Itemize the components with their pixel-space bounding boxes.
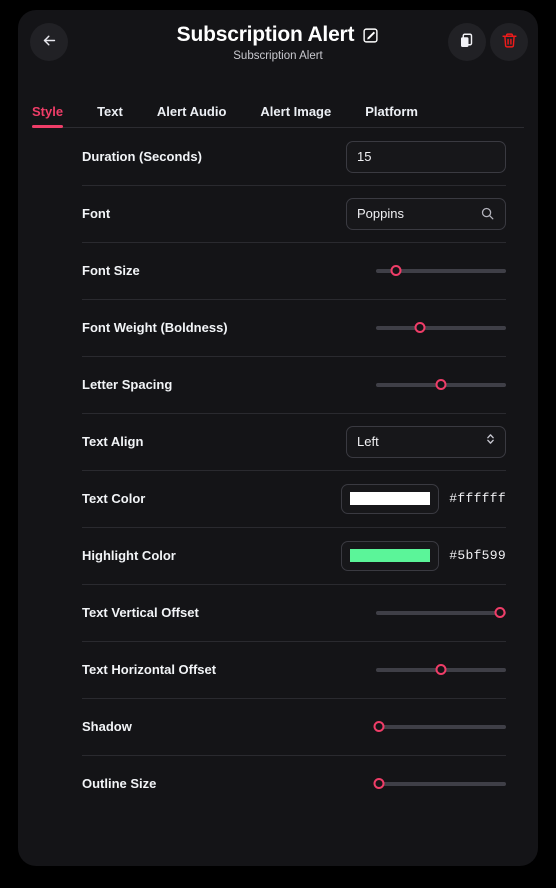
- tab-text[interactable]: Text: [97, 104, 123, 128]
- highlight-color-hex: #5bf599: [449, 548, 506, 563]
- slider-thumb[interactable]: [414, 322, 426, 333]
- tab-alert-audio[interactable]: Alert Audio: [157, 104, 227, 128]
- row-label-letter-spacing: Letter Spacing: [82, 377, 173, 392]
- alert-settings-card: Subscription Alert Subscription Alert St…: [18, 10, 538, 866]
- highlight-color-control: #5bf599: [341, 540, 506, 571]
- text-vertical-offset-slider[interactable]: [376, 604, 506, 622]
- slider-thumb[interactable]: [435, 664, 447, 675]
- header: Subscription Alert Subscription Alert: [18, 10, 538, 82]
- edit-pencil-icon[interactable]: [362, 27, 379, 44]
- tab-alert-image[interactable]: Alert Image: [260, 104, 331, 128]
- duration-control: 15: [346, 140, 506, 173]
- page-title: Subscription Alert: [176, 23, 355, 46]
- font-weight-control: [376, 319, 506, 337]
- row-label-text-horizontal-offset: Text Horizontal Offset: [82, 662, 217, 677]
- row-label-shadow: Shadow: [82, 719, 132, 734]
- text-vertical-offset-control: [376, 604, 506, 622]
- row-label-outline-size: Outline Size: [82, 776, 157, 791]
- row-font: Font Poppins: [32, 185, 524, 242]
- font-size-control: [376, 262, 506, 280]
- delete-button[interactable]: [490, 23, 528, 61]
- slider-thumb[interactable]: [390, 265, 401, 276]
- text-align-control: Left: [346, 425, 506, 458]
- text-align-value: Left: [357, 434, 379, 449]
- outline-size-slider[interactable]: [373, 775, 506, 793]
- text-color-control: #ffffff: [341, 483, 506, 514]
- row-shadow: Shadow: [32, 698, 524, 755]
- outline-size-control: [373, 775, 506, 793]
- row-text-horizontal-offset: Text Horizontal Offset: [32, 641, 524, 698]
- back-button[interactable]: [30, 23, 68, 61]
- row-text-vertical-offset: Text Vertical Offset: [32, 584, 524, 641]
- row-outline-size: Outline Size: [32, 755, 524, 812]
- shadow-slider[interactable]: [373, 718, 506, 736]
- text-color-picker[interactable]: [341, 483, 440, 514]
- font-weight-slider[interactable]: [376, 319, 506, 337]
- slider-thumb[interactable]: [373, 778, 385, 789]
- font-control: Poppins: [346, 197, 506, 230]
- font-search-input[interactable]: Poppins: [346, 197, 506, 230]
- tab-style[interactable]: Style: [32, 104, 64, 128]
- row-font-size: Font Size: [32, 242, 524, 299]
- highlight-color-picker[interactable]: [341, 540, 440, 571]
- duration-input[interactable]: 15: [346, 140, 506, 173]
- row-label-text-align: Text Align: [82, 434, 144, 449]
- slider-track: [376, 325, 506, 330]
- tab-platform[interactable]: Platform: [365, 104, 418, 128]
- shadow-control: [373, 718, 506, 736]
- row-label-duration: Duration (Seconds): [82, 149, 202, 164]
- row-label-text-vertical-offset: Text Vertical Offset: [82, 605, 199, 620]
- settings-list: Duration (Seconds) 15 Font Poppins Font …: [18, 128, 538, 812]
- trash-icon: [501, 32, 518, 52]
- letter-spacing-slider[interactable]: [376, 376, 506, 394]
- text-horizontal-offset-slider[interactable]: [376, 661, 506, 679]
- slider-track: [376, 724, 506, 729]
- text-color-swatch: [350, 492, 431, 505]
- arrow-left-icon: [41, 32, 58, 52]
- row-text-color: Text Color #ffffff: [32, 470, 524, 527]
- chevron-updown-icon: [485, 432, 496, 451]
- slider-track: [376, 781, 506, 786]
- row-label-text-color: Text Color: [82, 491, 146, 506]
- row-duration: Duration (Seconds) 15: [32, 128, 524, 185]
- font-size-slider[interactable]: [376, 262, 506, 280]
- row-letter-spacing: Letter Spacing: [32, 356, 524, 413]
- text-horizontal-offset-control: [376, 661, 506, 679]
- duplicate-icon: [458, 32, 476, 53]
- text-align-select[interactable]: Left: [346, 425, 506, 458]
- tab-bar: Style Text Alert Audio Alert Image Platf…: [18, 82, 538, 128]
- letter-spacing-control: [376, 376, 506, 394]
- text-color-hex: #ffffff: [449, 491, 506, 506]
- row-label-font: Font: [82, 206, 111, 221]
- row-label-font-size: Font Size: [82, 263, 140, 278]
- row-text-align: Text Align Left: [32, 413, 524, 470]
- slider-track: [376, 610, 506, 615]
- font-value: Poppins: [357, 206, 404, 221]
- slider-thumb[interactable]: [373, 721, 385, 732]
- row-label-highlight-color: Highlight Color: [82, 548, 176, 563]
- search-icon[interactable]: [480, 206, 495, 221]
- app-root: Subscription Alert Subscription Alert St…: [0, 0, 556, 888]
- slider-thumb[interactable]: [494, 607, 505, 618]
- duplicate-button[interactable]: [448, 23, 486, 61]
- row-label-font-weight: Font Weight (Boldness): [82, 320, 228, 335]
- highlight-color-swatch: [350, 549, 431, 562]
- row-font-weight: Font Weight (Boldness): [32, 299, 524, 356]
- row-highlight-color: Highlight Color #5bf599: [32, 527, 524, 584]
- slider-thumb[interactable]: [435, 379, 447, 390]
- duration-value: 15: [357, 149, 372, 164]
